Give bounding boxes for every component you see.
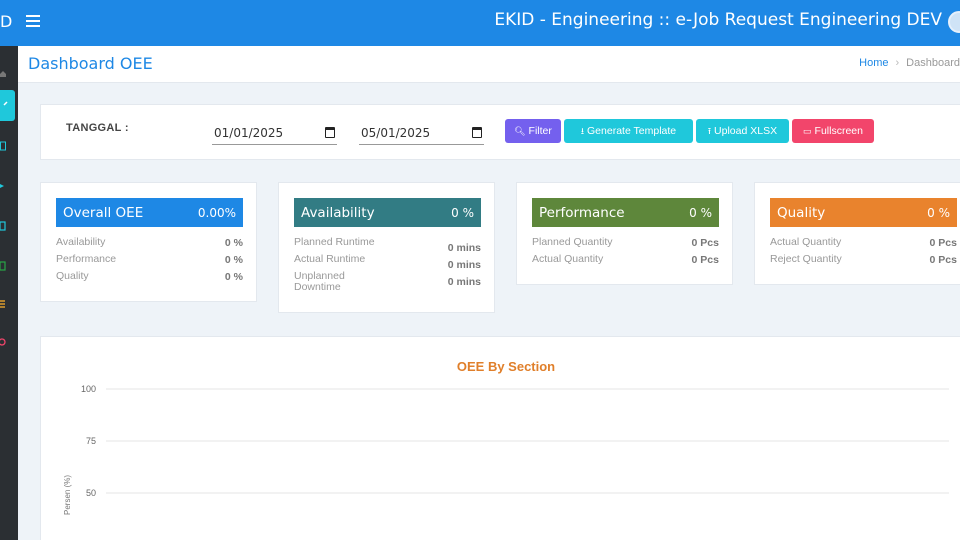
menu-toggle-icon[interactable] xyxy=(26,13,40,27)
metric-label: Actual Quantity xyxy=(532,253,604,265)
metric-label: Planned Quantity xyxy=(532,236,613,248)
filter-card: TANGGAL : 01/01/2025 05/01/2025 🔍︎ Filter… xyxy=(40,104,960,160)
sidebar-item-settings-icon[interactable] xyxy=(0,334,6,346)
date-label: TANGGAL : xyxy=(66,122,129,134)
card-value: 0 % xyxy=(927,206,950,220)
sidebar-item-dashboard[interactable] xyxy=(0,90,15,121)
metric-value: 0 Pcs xyxy=(691,254,719,266)
sidebar-item-document-icon[interactable] xyxy=(0,218,6,231)
card-header: Overall OEE 0.00% xyxy=(56,198,243,227)
card-value: 0 % xyxy=(451,206,474,220)
sidebar xyxy=(0,46,18,540)
availability-card: Availability 0 % Planned Runtime 0 mins A… xyxy=(278,182,495,313)
quality-card: Quality 0 % Actual Quantity 0 Pcs Reject … xyxy=(754,182,960,285)
date-to-input[interactable]: 05/01/2025 xyxy=(359,122,484,145)
fullscreen-label: Fullscreen xyxy=(814,125,863,137)
filter-button-label: Filter xyxy=(528,125,552,137)
chart-y-axis-label: Persen (%) xyxy=(63,474,72,515)
metric-label: Planned Runtime xyxy=(294,236,375,248)
monitor-icon: ▭ xyxy=(803,126,812,136)
metric-label: Unplanned Downtime xyxy=(294,270,345,293)
chart-canvas: 100 75 50 xyxy=(81,384,949,498)
card-value: 0 % xyxy=(689,206,712,220)
filter-button[interactable]: 🔍︎ Filter xyxy=(505,119,561,143)
page-title: Dashboard OEE xyxy=(28,54,153,73)
metric-value: 0 Pcs xyxy=(691,237,719,249)
breadcrumb-current: Dashboard xyxy=(906,57,960,69)
metric-value: 0 mins xyxy=(447,276,481,288)
generate-template-button[interactable]: ⭳ Generate Template xyxy=(564,119,693,143)
app-title: EKID - Engineering :: e-Job Request Engi… xyxy=(494,10,942,30)
generate-template-label: Generate Template xyxy=(587,125,677,137)
oee-by-section-chart: OEE By Section 100 75 50 Persen (%) xyxy=(40,336,960,540)
metric-value: 0 mins xyxy=(447,242,481,254)
breadcrumb: Home › Dashboard xyxy=(859,57,960,69)
metric-value: 0 mins xyxy=(447,259,481,271)
card-title: Overall OEE xyxy=(63,205,144,221)
metric-label: Performance xyxy=(56,253,117,265)
metric-value: 0 % xyxy=(224,254,243,266)
metric-label: Reject Quantity xyxy=(770,253,842,265)
metric-value: 0 % xyxy=(224,237,243,249)
upload-xlsx-label: Upload XLSX xyxy=(714,125,778,137)
download-icon: ⭳ xyxy=(580,126,585,136)
date-from-input[interactable]: 01/01/2025 xyxy=(212,122,337,145)
card-header: Availability 0 % xyxy=(294,198,481,227)
top-navbar: D EKID - Engineering :: e-Job Request En… xyxy=(0,0,960,46)
metric-label: Actual Runtime xyxy=(294,253,366,265)
fullscreen-button[interactable]: ▭ Fullscreen xyxy=(792,119,874,143)
metric-label: Availability xyxy=(56,236,106,248)
chart-y-tick-label: 50 xyxy=(86,488,96,498)
performance-card: Performance 0 % Planned Quantity 0 Pcs Ac… xyxy=(516,182,733,285)
chart-y-tick-label: 75 xyxy=(86,436,96,446)
page-header: Dashboard OEE Home › Dashboard xyxy=(18,46,960,83)
sidebar-item-report-icon[interactable] xyxy=(0,258,6,271)
upload-xlsx-button[interactable]: ⭱ Upload XLSX xyxy=(696,119,789,143)
card-title: Availability xyxy=(301,205,375,221)
calendar-icon[interactable] xyxy=(472,127,482,138)
metric-value: 0 Pcs xyxy=(929,237,957,249)
user-avatar[interactable] xyxy=(948,11,960,33)
brand-logo-text[interactable]: D xyxy=(0,12,12,31)
card-title: Performance xyxy=(539,205,625,221)
breadcrumb-chevron-icon: › xyxy=(895,57,900,69)
date-to-value: 05/01/2025 xyxy=(361,126,431,140)
sidebar-item-arrow-icon[interactable] xyxy=(0,176,6,188)
breadcrumb-home-link[interactable]: Home xyxy=(859,57,888,69)
metric-label: Actual Quantity xyxy=(770,236,842,248)
card-header: Performance 0 % xyxy=(532,198,719,227)
check-icon xyxy=(3,101,8,106)
search-icon: 🔍︎ xyxy=(514,126,526,136)
metric-value: 0 Pcs xyxy=(929,254,957,266)
chart-y-tick-label: 100 xyxy=(81,384,96,394)
sidebar-item-list-icon[interactable] xyxy=(0,296,6,308)
overall-oee-card: Overall OEE 0.00% Availability 0 % Perfor… xyxy=(40,182,257,302)
calendar-icon[interactable] xyxy=(325,127,335,138)
sidebar-home-icon[interactable] xyxy=(0,64,6,77)
date-from-value: 01/01/2025 xyxy=(214,126,284,140)
card-title: Quality xyxy=(777,205,826,221)
metric-label: Quality xyxy=(56,270,89,282)
card-value: 0.00% xyxy=(197,206,236,220)
sidebar-item-jobs-icon[interactable] xyxy=(0,138,6,151)
metric-value: 0 % xyxy=(224,271,243,283)
upload-icon: ⭱ xyxy=(707,126,712,136)
card-header: Quality 0 % xyxy=(770,198,957,227)
